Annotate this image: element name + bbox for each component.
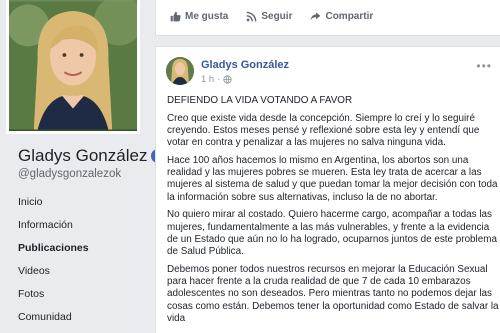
post-paragraph: Creo que existe vida desde la concepción… [167,112,480,149]
post-timestamp[interactable]: 1 h [201,74,214,85]
more-options-icon[interactable]: ••• [476,59,492,73]
follow-label: Seguir [261,11,293,22]
nav-item-informacion[interactable]: Información [10,213,146,236]
share-button[interactable]: Compartir [306,9,377,24]
profile-name[interactable]: Gladys González ✓ [18,146,166,166]
previous-post-actions: Me gusta Seguir Compartir [155,0,500,36]
nav-item-comunidad[interactable]: Comunidad [10,305,146,328]
thumbs-up-icon [170,11,181,22]
globe-icon [223,75,232,84]
post-paragraph: No quiero mirar al costado. Quiero hacer… [167,209,497,258]
post-body: DEFIENDO LA VIDA VOTANDO A FAVOR Creo qu… [167,95,499,331]
profile-nav: Inicio Información Publicaciones Videos … [10,190,146,328]
nav-item-publicaciones[interactable]: Publicaciones [10,236,146,259]
post-meta: 1 h · [201,74,232,85]
share-arrow-icon [311,12,321,21]
post-card: Gladys González 1 h · ••• DEFIENDO LA VI… [155,46,500,333]
profile-photo[interactable] [6,0,140,134]
profile-handle: @gladysgonzalezok [18,168,122,180]
post-paragraph: Debemos poner todos nuestros recursos en… [167,263,499,324]
like-label: Me gusta [185,11,229,22]
post-author-name[interactable]: Gladys González [201,59,289,71]
nav-item-fotos[interactable]: Fotos [10,282,146,305]
profile-photo-image [9,0,137,130]
rss-icon [246,11,257,22]
avatar-image [166,57,194,85]
profile-sidebar: Gladys González ✓ @gladysgonzalezok Inic… [0,0,166,333]
post-paragraph: Hace 100 años hacemos lo mismo en Argent… [167,154,498,203]
post-paragraph-title: DEFIENDO LA VIDA VOTANDO A FAVOR [167,95,353,106]
share-label: Compartir [325,11,374,22]
profile-name-text: Gladys González [18,146,148,165]
like-button[interactable]: Me gusta [166,9,232,24]
follow-button[interactable]: Seguir [242,9,296,24]
meta-separator: · [217,74,221,85]
nav-item-inicio[interactable]: Inicio [10,190,146,213]
post-author-avatar[interactable] [166,57,194,85]
nav-item-videos[interactable]: Videos [10,259,146,282]
